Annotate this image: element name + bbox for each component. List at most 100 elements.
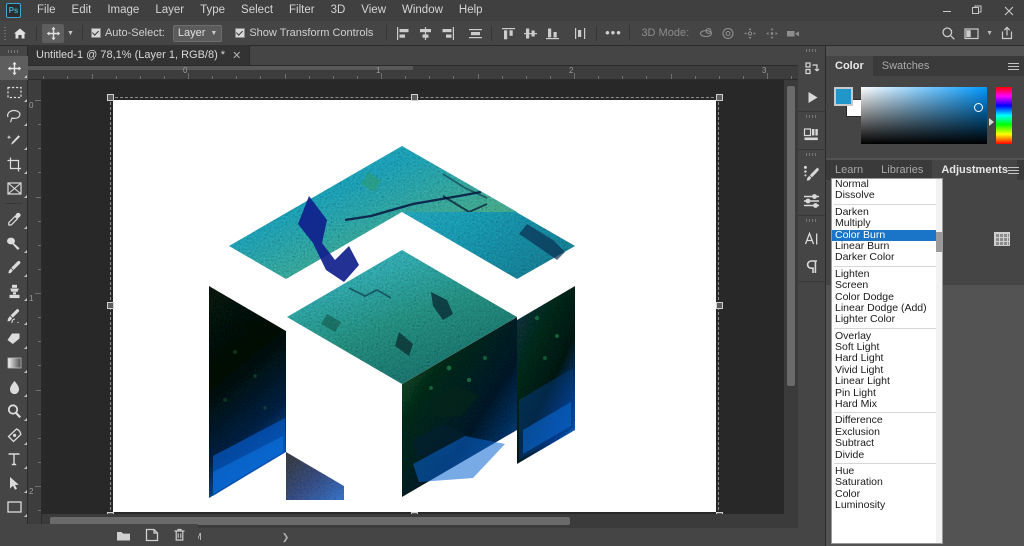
blend-mode-option[interactable]: Subtract	[832, 437, 942, 449]
align-top-edges-icon[interactable]	[497, 24, 519, 43]
canvas-vertical-scrollbar[interactable]	[784, 80, 798, 528]
lasso-tool[interactable]	[0, 104, 28, 128]
blend-mode-option[interactable]: Luminosity	[832, 499, 942, 511]
more-options-icon[interactable]: •••	[602, 24, 624, 43]
spot-healing-brush-tool[interactable]	[0, 231, 28, 255]
color-picker-ring[interactable]	[974, 103, 983, 112]
color-field[interactable]	[861, 87, 987, 144]
menu-item-filter[interactable]: Filter	[281, 0, 323, 21]
actions-play-icon[interactable]	[798, 83, 826, 111]
blend-mode-option[interactable]: Dissolve	[832, 189, 942, 201]
distribute-horizontally-icon[interactable]	[464, 24, 486, 43]
menu-item-image[interactable]: Image	[99, 0, 147, 21]
blur-tool[interactable]	[0, 375, 28, 399]
home-icon[interactable]	[9, 24, 31, 43]
crop-tool[interactable]	[0, 152, 28, 176]
blend-mode-dropdown-list[interactable]: Normal Dissolve Darken Multiply Color Burn Li…	[831, 178, 943, 544]
history-icon[interactable]	[798, 55, 826, 83]
rail-grip[interactable]	[798, 46, 825, 55]
history-brush-tool[interactable]	[0, 303, 28, 327]
blend-mode-option[interactable]: Linear Light	[832, 375, 942, 387]
show-transform-controls-checkbox[interactable]: Show Transform Controls	[232, 21, 376, 46]
menu-item-view[interactable]: View	[353, 0, 394, 21]
transform-handle-middle-left[interactable]	[107, 302, 114, 309]
close-icon[interactable]: ✕	[232, 49, 241, 62]
blend-mode-option[interactable]: Lighter Color	[832, 313, 942, 325]
pan-3d-icon[interactable]	[739, 24, 761, 43]
status-expand-icon[interactable]: ❯	[282, 532, 290, 543]
transform-handle-top-right[interactable]	[716, 94, 723, 101]
scrollbar-thumb[interactable]	[936, 232, 942, 252]
character-icon[interactable]	[798, 225, 826, 253]
horizontal-ruler[interactable]: 0 1 2 3	[28, 66, 798, 80]
align-right-edges-icon[interactable]	[436, 24, 458, 43]
roll-3d-icon[interactable]	[717, 24, 739, 43]
document-tab[interactable]: Untitled-1 @ 78,1% (Layer 1, RGB/8) * ✕	[28, 45, 251, 65]
artboard[interactable]	[113, 100, 716, 512]
path-selection-tool[interactable]	[0, 471, 28, 495]
blend-mode-option[interactable]: Screen	[832, 279, 942, 291]
libraries-icon[interactable]	[798, 121, 826, 149]
new-layer-icon[interactable]	[145, 528, 159, 542]
new-group-icon[interactable]	[116, 529, 131, 542]
rectangular-marquee-tool[interactable]	[0, 80, 28, 104]
color-panel-swatches[interactable]	[834, 87, 864, 117]
dodge-tool[interactable]	[0, 399, 28, 423]
menu-item-layer[interactable]: Layer	[147, 0, 192, 21]
menu-item-select[interactable]: Select	[233, 0, 281, 21]
share-icon[interactable]	[996, 24, 1018, 43]
panel-menu-icon[interactable]	[1008, 160, 1019, 180]
transform-handle-top-left[interactable]	[107, 94, 114, 101]
delete-layer-icon[interactable]	[173, 528, 186, 542]
clone-stamp-tool[interactable]	[0, 279, 28, 303]
menu-item-window[interactable]: Window	[394, 0, 451, 21]
workspace-switcher-icon[interactable]	[961, 24, 983, 43]
vertical-ruler[interactable]: 0 1 2	[28, 80, 42, 528]
align-horizontal-centers-icon[interactable]	[414, 24, 436, 43]
slide-3d-icon[interactable]	[761, 24, 783, 43]
search-icon[interactable]	[937, 24, 959, 43]
menu-item-edit[interactable]: Edit	[64, 0, 100, 21]
tab-libraries[interactable]: Libraries	[872, 160, 932, 180]
options-bar-grip[interactable]	[0, 21, 9, 46]
rail-grip[interactable]	[798, 112, 825, 121]
transform-handle-middle-right[interactable]	[716, 302, 723, 309]
dropdown-scrollbar[interactable]	[936, 179, 942, 543]
rectangle-tool[interactable]	[0, 495, 28, 519]
scrollbar-thumb[interactable]	[787, 86, 795, 386]
blend-mode-option[interactable]: Multiply	[832, 217, 942, 229]
tab-adjustments[interactable]: Adjustments	[932, 160, 1017, 180]
move-tool-icon[interactable]	[42, 23, 64, 43]
foreground-color-swatch[interactable]	[834, 87, 853, 106]
horizontal-type-tool[interactable]	[0, 447, 28, 471]
pen-tool[interactable]	[0, 423, 28, 447]
brush-tool[interactable]	[0, 255, 28, 279]
tab-learn[interactable]: Learn	[826, 160, 872, 180]
panel-menu-icon[interactable]	[1008, 56, 1019, 76]
tab-swatches[interactable]: Swatches	[873, 56, 939, 76]
quick-selection-tool[interactable]	[0, 128, 28, 152]
move-tool[interactable]	[0, 56, 28, 80]
auto-select-scope-dropdown[interactable]: Layer ▼	[172, 24, 223, 42]
rail-grip[interactable]	[798, 150, 825, 159]
canvas-area[interactable]	[42, 80, 798, 528]
blend-mode-option[interactable]: Hard Mix	[832, 398, 942, 410]
auto-select-checkbox[interactable]: Auto-Select:	[88, 21, 168, 46]
transform-handle-top-center[interactable]	[411, 94, 418, 101]
paragraph-icon[interactable]	[798, 253, 826, 281]
menu-item-type[interactable]: Type	[192, 0, 233, 21]
close-button[interactable]	[993, 0, 1024, 21]
blend-mode-option[interactable]: Divide	[832, 449, 942, 461]
menu-item-help[interactable]: Help	[451, 0, 491, 21]
frame-tool[interactable]	[0, 176, 28, 200]
toolbar-grip[interactable]	[0, 46, 27, 56]
menu-item-file[interactable]: File	[29, 0, 64, 21]
rail-grip[interactable]	[798, 216, 825, 225]
align-left-edges-icon[interactable]	[392, 24, 414, 43]
adjustments-icon[interactable]	[798, 187, 826, 215]
minimize-button[interactable]	[931, 0, 962, 21]
eraser-tool[interactable]	[0, 327, 28, 351]
align-bottom-edges-icon[interactable]	[541, 24, 563, 43]
distribute-vertically-icon[interactable]	[569, 24, 591, 43]
align-vertical-centers-icon[interactable]	[519, 24, 541, 43]
